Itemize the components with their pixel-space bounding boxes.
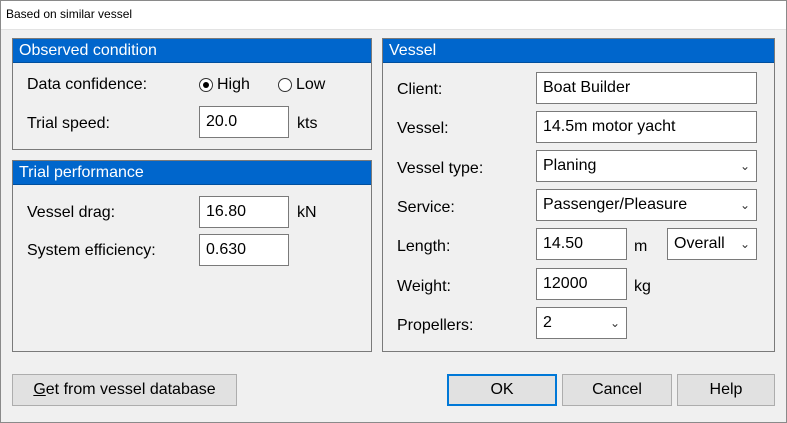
observed-condition-panel: Observed condition Data confidence: High… bbox=[12, 38, 372, 150]
vessel-type-value: Planing bbox=[543, 157, 597, 174]
trial-speed-input[interactable]: 20.0 bbox=[199, 106, 289, 138]
cancel-button[interactable]: Cancel bbox=[562, 374, 672, 406]
radio-selected-dot bbox=[203, 82, 209, 88]
propellers-value: 2 bbox=[543, 314, 552, 331]
weight-unit: kg bbox=[634, 278, 651, 295]
trial-speed-unit: kts bbox=[297, 115, 318, 132]
vessel-drag-input[interactable]: 16.80 bbox=[199, 196, 289, 228]
database-button-label: et from vessel database bbox=[45, 381, 216, 398]
confidence-low-radio[interactable] bbox=[278, 78, 292, 92]
system-efficiency-input[interactable]: 0.630 bbox=[199, 234, 289, 266]
service-select[interactable]: Passenger/Pleasure ⌄ bbox=[536, 189, 757, 221]
chevron-down-icon: ⌄ bbox=[739, 237, 750, 251]
vessel-panel: Vessel Client: Boat Builder Vessel: 14.5… bbox=[382, 38, 775, 352]
vessel-header: Vessel bbox=[383, 39, 774, 63]
vessel-name-input[interactable]: 14.5m motor yacht bbox=[536, 111, 757, 143]
trial-performance-panel: Trial performance Vessel drag: 16.80 kN … bbox=[12, 160, 372, 352]
database-button-mnemonic: G bbox=[33, 381, 46, 398]
client-input[interactable]: Boat Builder bbox=[536, 72, 757, 104]
vessel-type-label: Vessel type: bbox=[397, 160, 484, 177]
client-label: Client: bbox=[397, 81, 443, 98]
length-label: Length: bbox=[397, 238, 451, 255]
length-type-value: Overall bbox=[674, 235, 725, 252]
vessel-drag-label: Vessel drag: bbox=[27, 204, 116, 221]
chevron-down-icon: ⌄ bbox=[739, 159, 750, 173]
get-from-vessel-database-button[interactable]: Get from vessel database bbox=[12, 374, 237, 406]
propellers-label: Propellers: bbox=[397, 317, 474, 334]
window-title: Based on similar vessel bbox=[6, 7, 133, 21]
weight-label: Weight: bbox=[397, 278, 451, 295]
chevron-down-icon: ⌄ bbox=[739, 198, 750, 212]
length-type-select[interactable]: Overall ⌄ bbox=[667, 228, 757, 260]
help-button[interactable]: Help bbox=[677, 374, 775, 406]
system-efficiency-label: System efficiency: bbox=[27, 242, 156, 259]
service-label: Service: bbox=[397, 199, 455, 216]
propellers-select[interactable]: 2 ⌄ bbox=[536, 307, 627, 339]
trial-performance-header: Trial performance bbox=[13, 161, 371, 185]
trial-speed-label: Trial speed: bbox=[27, 115, 110, 132]
confidence-low-label[interactable]: Low bbox=[296, 76, 325, 94]
confidence-high-radio[interactable] bbox=[199, 78, 213, 92]
observed-condition-header: Observed condition bbox=[13, 39, 371, 63]
vessel-type-select[interactable]: Planing ⌄ bbox=[536, 150, 757, 182]
chevron-down-icon: ⌄ bbox=[609, 316, 620, 330]
length-unit: m bbox=[634, 238, 648, 255]
vessel-drag-unit: kN bbox=[297, 204, 317, 221]
vessel-name-label: Vessel: bbox=[397, 120, 449, 137]
ok-button[interactable]: OK bbox=[447, 374, 557, 406]
length-input[interactable]: 14.50 bbox=[536, 228, 627, 260]
weight-input[interactable]: 12000 bbox=[536, 268, 627, 300]
title-bar: Based on similar vessel bbox=[0, 0, 787, 30]
service-value: Passenger/Pleasure bbox=[543, 196, 688, 213]
confidence-high-label[interactable]: High bbox=[217, 76, 250, 94]
data-confidence-label: Data confidence: bbox=[27, 76, 148, 93]
